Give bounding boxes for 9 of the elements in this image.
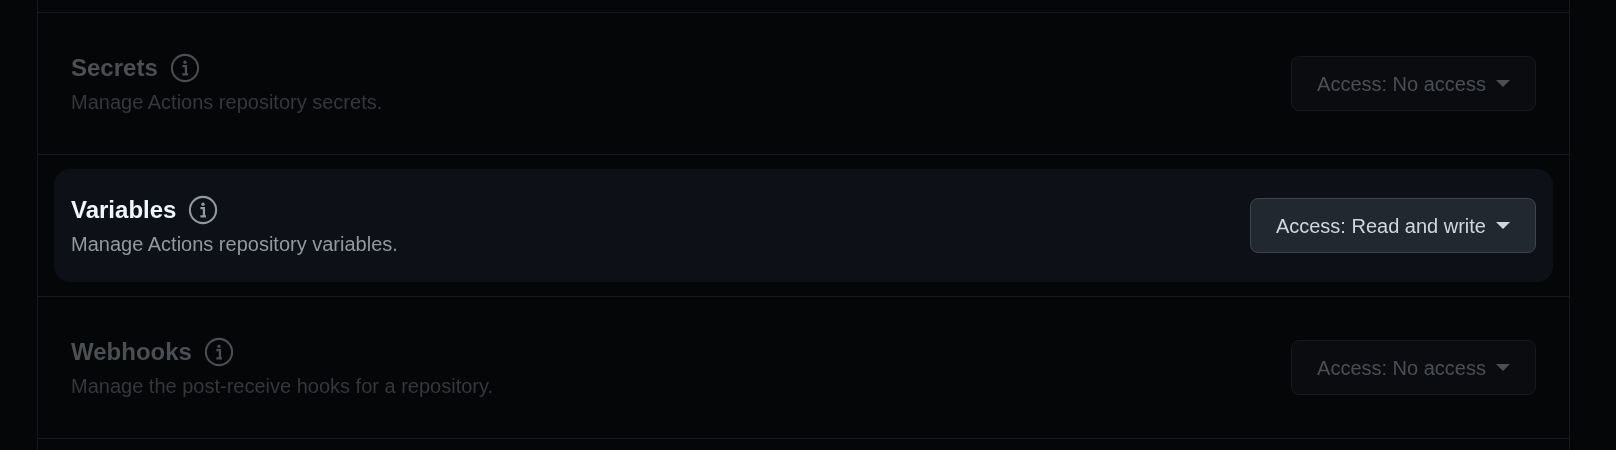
permission-title: Webhooks [71,336,192,367]
caret-icon [1496,79,1510,88]
access-dropdown[interactable]: Access: Read and write [1249,198,1536,253]
permission-description: Manage Actions repository variables. [71,231,398,257]
info-icon[interactable] [188,194,219,225]
permission-title: Variables [71,194,177,225]
permission-title: Secrets [71,52,158,83]
caret-icon [1496,363,1510,372]
caret-icon [1496,221,1510,230]
